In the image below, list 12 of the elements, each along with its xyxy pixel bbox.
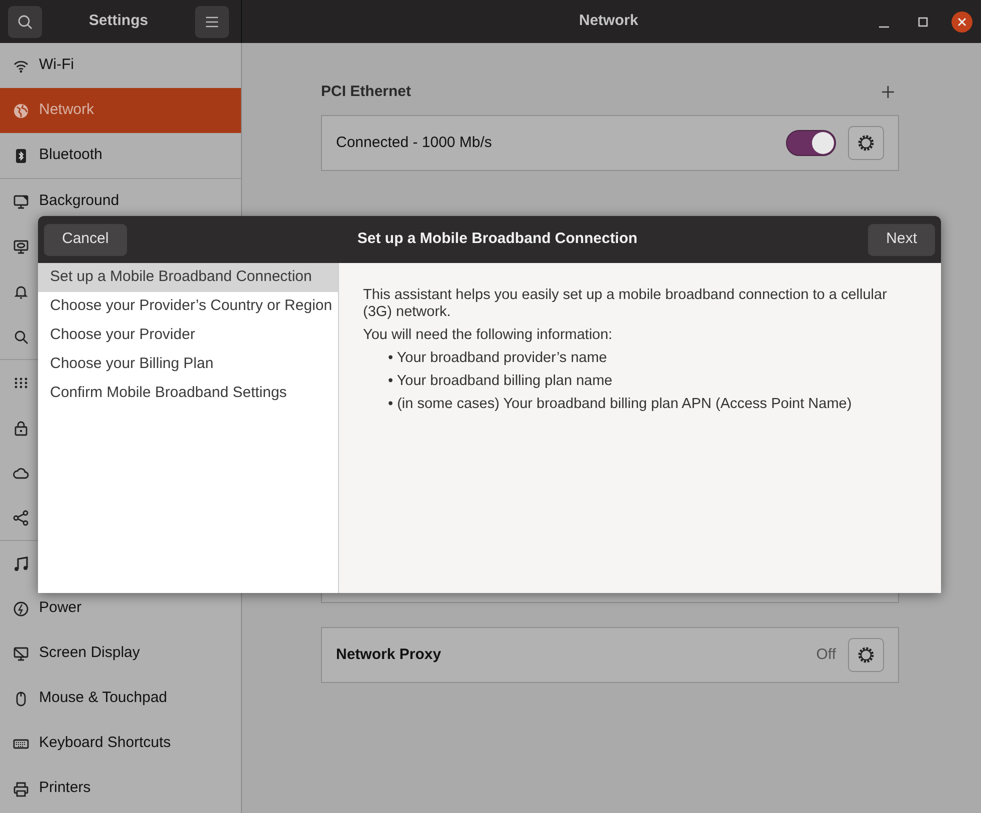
bullet-item: • (in some cases) Your broadband billing plan APN (Access Point Name): [388, 396, 853, 413]
proxy-label: Network Proxy: [336, 644, 442, 665]
connection-status: Connected - 1000 Mb/s: [336, 132, 493, 153]
bullet-item: • Your broadband billing plan name: [388, 373, 614, 390]
dialog-title: Set up a Mobile Broadband Connection: [357, 229, 638, 250]
lead-text: You will need the following information:: [363, 327, 614, 344]
section-heading: PCI Ethernet: [321, 82, 412, 102]
page-title: Network: [579, 11, 638, 32]
intro-text: This assistant helps you easily set up a mobile broadband connection to a cellular (3G) network.: [363, 287, 888, 321]
proxy-status: Off: [816, 644, 836, 665]
window-title: Settings: [88, 11, 148, 32]
bullet-item: • Your broadband provider’s name: [388, 350, 608, 367]
